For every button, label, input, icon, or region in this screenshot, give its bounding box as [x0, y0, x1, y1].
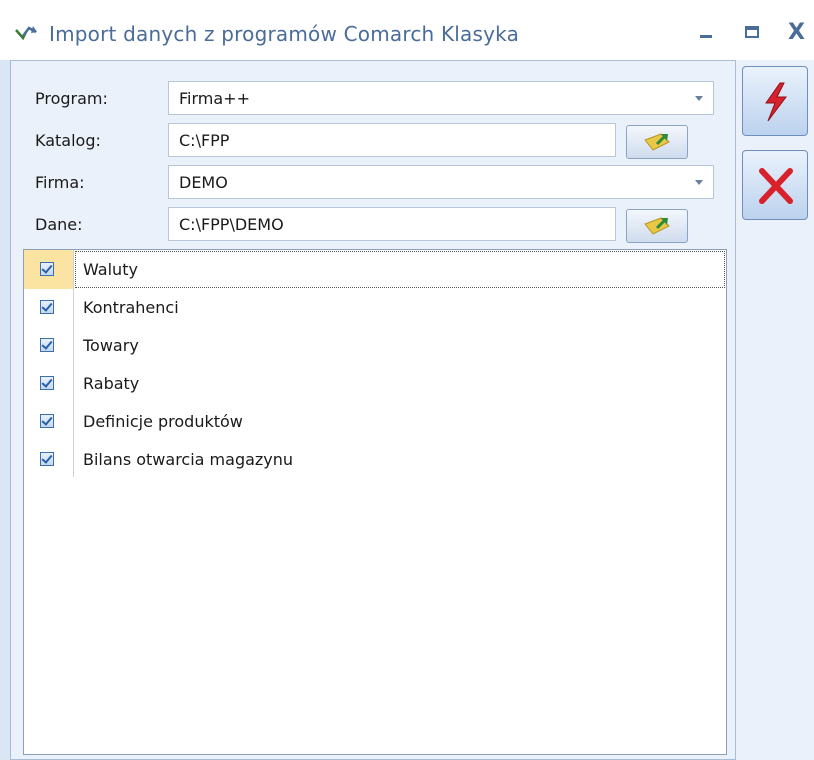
checkbox-checked[interactable] — [40, 338, 54, 352]
list-item[interactable]: Definicje produktów — [24, 402, 726, 441]
firma-select[interactable]: DEMO — [168, 165, 714, 199]
minimize-icon — [700, 35, 712, 38]
import-arrows-icon — [15, 26, 37, 41]
run-import-button[interactable] — [742, 66, 808, 136]
chevron-down-icon[interactable] — [695, 180, 703, 185]
list-item-label: Waluty — [74, 250, 726, 289]
list-item[interactable]: Waluty — [24, 250, 726, 289]
close-button[interactable]: X — [784, 20, 812, 46]
folder-arrow-icon — [644, 217, 670, 235]
minimize-button[interactable] — [692, 20, 720, 46]
dane-browse-button[interactable] — [626, 209, 688, 243]
folder-arrow-icon — [644, 133, 670, 151]
maximize-icon — [745, 26, 759, 38]
chevron-down-icon[interactable] — [695, 96, 703, 101]
red-x-icon — [759, 168, 793, 204]
maximize-button[interactable] — [740, 20, 768, 46]
checkbox-checked[interactable] — [40, 262, 54, 276]
list-item[interactable]: Kontrahenci — [24, 288, 726, 327]
firma-row: Firma: DEMO — [11, 165, 737, 201]
title-bar[interactable]: Import danych z programów Comarch Klasyk… — [0, 0, 814, 60]
cancel-button[interactable] — [742, 150, 808, 220]
checkbox-checked[interactable] — [40, 376, 54, 390]
close-icon: X — [788, 20, 805, 45]
checkbox-cell[interactable] — [24, 250, 73, 289]
import-dialog: Import danych z programów Comarch Klasyk… — [0, 0, 814, 760]
checkbox-cell[interactable] — [24, 364, 73, 403]
dane-value: C:\FPP\DEMO — [179, 215, 284, 234]
katalog-label: Katalog: — [35, 131, 101, 150]
firma-label: Firma: — [35, 173, 85, 192]
checkbox-checked[interactable] — [40, 300, 54, 314]
checkbox-cell[interactable] — [24, 288, 73, 327]
window-title: Import danych z programów Comarch Klasyk… — [49, 22, 520, 46]
list-item-label: Rabaty — [83, 374, 140, 393]
list-item-label: Bilans otwarcia magazynu — [83, 450, 294, 469]
list-item-label: Kontrahenci — [83, 298, 179, 317]
list-item[interactable]: Bilans otwarcia magazynu — [24, 440, 726, 479]
katalog-browse-button[interactable] — [626, 125, 688, 159]
firma-value: DEMO — [179, 173, 228, 192]
program-value: Firma++ — [179, 89, 250, 108]
katalog-input[interactable]: C:\FPP — [168, 123, 616, 157]
import-items-list[interactable]: Waluty Kontrahenci Towary Rabaty Definic… — [23, 249, 727, 755]
list-item-label: Towary — [83, 336, 139, 355]
lightning-icon — [765, 82, 787, 122]
katalog-row: Katalog: C:\FPP — [11, 123, 737, 159]
dane-input[interactable]: C:\FPP\DEMO — [168, 207, 616, 241]
checkbox-cell[interactable] — [24, 402, 73, 441]
program-select[interactable]: Firma++ — [168, 81, 714, 115]
dane-row: Dane: C:\FPP\DEMO — [11, 207, 737, 243]
checkbox-cell[interactable] — [24, 440, 73, 479]
program-label: Program: — [35, 89, 108, 108]
form-panel: Program: Firma++ Katalog: C:\FPP Firma: — [10, 60, 736, 760]
checkbox-cell[interactable] — [24, 326, 73, 365]
dane-label: Dane: — [35, 215, 83, 234]
checkbox-checked[interactable] — [40, 452, 54, 466]
list-item-label: Definicje produktów — [83, 412, 243, 431]
katalog-value: C:\FPP — [179, 131, 230, 150]
checkbox-checked[interactable] — [40, 414, 54, 428]
program-row: Program: Firma++ — [11, 81, 737, 117]
list-item[interactable]: Rabaty — [24, 364, 726, 403]
list-item[interactable]: Towary — [24, 326, 726, 365]
